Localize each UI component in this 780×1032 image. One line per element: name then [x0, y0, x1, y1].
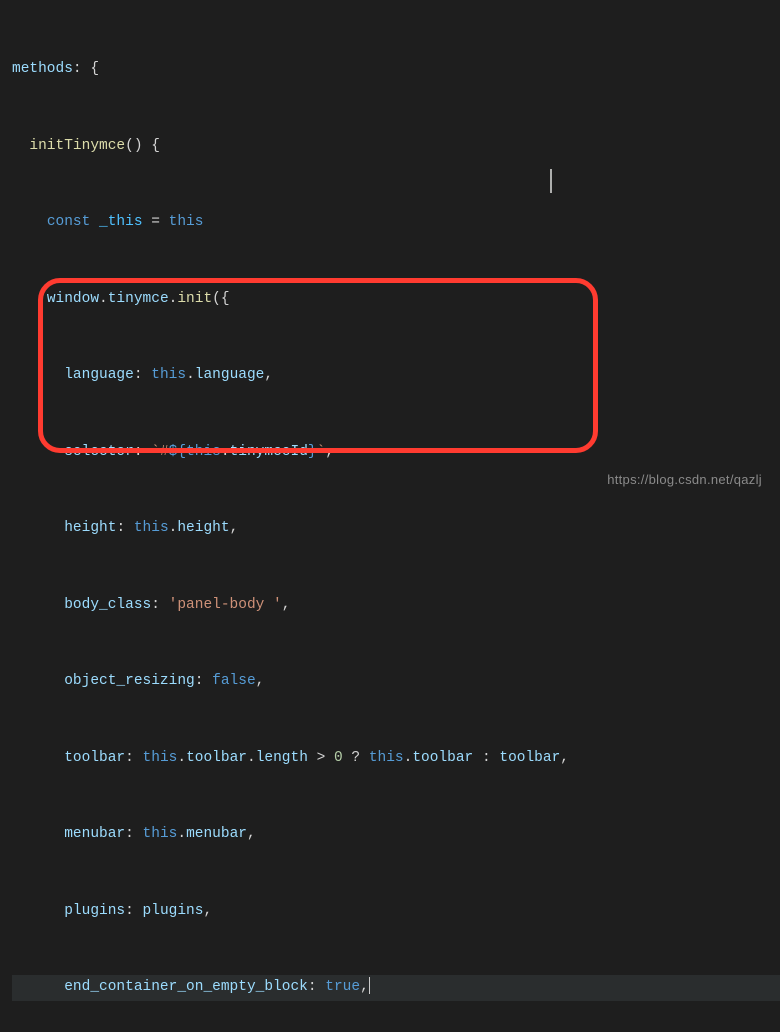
token-const: const	[47, 214, 91, 230]
bool-true: true	[325, 979, 360, 995]
prop-plugins: plugins	[64, 903, 125, 919]
code-line: menubar: this.menubar,	[12, 822, 780, 848]
code-editor[interactable]: methods: { initTinymce() { const _this =…	[0, 0, 780, 1032]
prop-end-container: end_container_on_empty_block	[64, 979, 308, 995]
code-line: language: this.language,	[12, 363, 780, 389]
code-line: window.tinymce.init({	[12, 287, 780, 313]
token-fn-init: init	[177, 291, 212, 307]
prop-toolbar: toolbar	[64, 750, 125, 766]
tmpl-close: `	[317, 444, 326, 460]
text-caret	[369, 977, 370, 994]
watermark-text: https://blog.csdn.net/qazlj	[607, 467, 762, 493]
code-line: toolbar: this.toolbar.length > 0 ? this.…	[12, 746, 780, 772]
token-this: this	[369, 750, 404, 766]
attr-language: language	[195, 367, 265, 383]
prop-selector: selector	[64, 444, 134, 460]
token-this: this	[186, 444, 221, 460]
prop-menubar: menubar	[64, 826, 125, 842]
tmpl-int-close: }	[308, 444, 317, 460]
token-parens: ()	[125, 138, 142, 154]
token-var-this: _this	[99, 214, 143, 230]
attr-menubar: menubar	[186, 826, 247, 842]
string-panel-body: 'panel-body '	[169, 597, 282, 613]
attr-toolbar: toolbar	[186, 750, 247, 766]
code-line: const _this = this	[12, 210, 780, 236]
token-tinymce: tinymce	[108, 291, 169, 307]
attr-height: height	[177, 520, 229, 536]
code-line-active: end_container_on_empty_block: true,	[12, 975, 780, 1001]
code-line: object_resizing: false,	[12, 669, 780, 695]
token-fn-initTinymce: initTinymce	[29, 138, 125, 154]
prop-language: language	[64, 367, 134, 383]
token-this: this	[143, 826, 178, 842]
code-line: selector: `#${this.tinymceId}`,	[12, 440, 780, 466]
code-line: methods: {	[12, 57, 780, 83]
code-line: height: this.height,	[12, 516, 780, 542]
tmpl-hash: #	[160, 444, 169, 460]
token-methods: methods	[12, 61, 73, 77]
code-line: initTinymce() {	[12, 134, 780, 160]
prop-object-resizing: object_resizing	[64, 673, 195, 689]
ident-plugins: plugins	[143, 903, 204, 919]
code-line: body_class: 'panel-body ',	[12, 593, 780, 619]
token-this: this	[169, 214, 204, 230]
op-gt: >	[317, 750, 326, 766]
token-window: window	[47, 291, 99, 307]
mouse-text-cursor-icon	[550, 169, 552, 193]
op-colon: :	[482, 750, 491, 766]
token-this: this	[143, 750, 178, 766]
bool-false: false	[212, 673, 256, 689]
token-open: ({	[212, 291, 229, 307]
prop-body-class: body_class	[64, 597, 151, 613]
tmpl-open: `	[151, 444, 160, 460]
token-this: this	[134, 520, 169, 536]
op-qmark: ?	[351, 750, 360, 766]
num-zero: 0	[334, 750, 343, 766]
ident-toolbar: toolbar	[499, 750, 560, 766]
code-line: plugins: plugins,	[12, 899, 780, 925]
attr-length: length	[256, 750, 308, 766]
token-this: this	[151, 367, 186, 383]
attr-toolbar2: toolbar	[412, 750, 473, 766]
tmpl-int-open: ${	[169, 444, 186, 460]
attr-tinymceId: tinymceId	[230, 444, 308, 460]
prop-height: height	[64, 520, 116, 536]
